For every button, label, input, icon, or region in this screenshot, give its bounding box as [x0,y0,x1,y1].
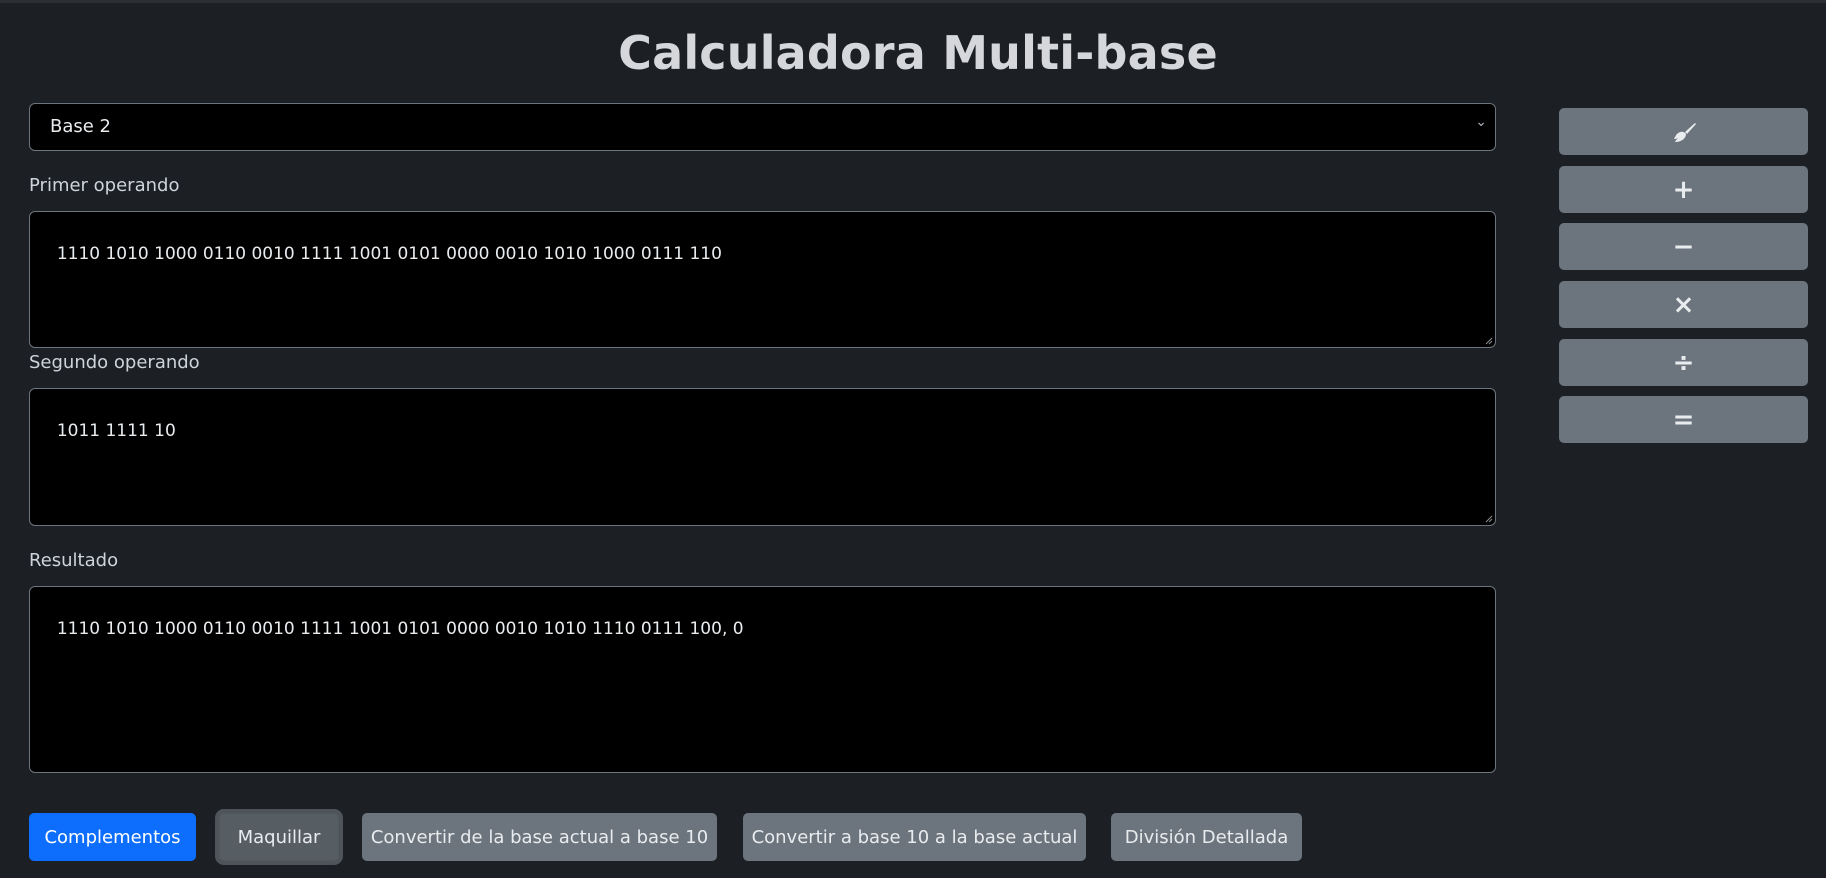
operand2-textarea[interactable]: 1011 1111 10 [29,388,1496,526]
broom-icon [1673,122,1696,142]
result-textarea[interactable]: 1110 1010 1000 0110 0010 1111 1001 0101 … [29,586,1496,773]
divide-icon: ÷ [1672,347,1695,378]
base-select-value: Base 2 [50,116,112,137]
times-icon: × [1672,289,1695,320]
base-select[interactable]: Base 2 ⌄ [29,103,1496,151]
complementos-button[interactable]: Complementos [29,813,196,861]
operand1-label: Primer operando [29,175,180,196]
maquillar-button[interactable]: Maquillar [219,813,339,861]
page-title: Calculadora Multi-base [618,26,1218,80]
divide-button[interactable]: ÷ [1559,339,1808,386]
operand2-label: Segundo operando [29,352,200,373]
operand2-value: 1011 1111 10 [56,421,176,441]
operand1-textarea[interactable]: 1110 1010 1000 0110 0010 1111 1001 0101 … [29,211,1496,348]
convert-to-base10-button[interactable]: Convertir de la base actual a base 10 [362,813,717,861]
result-value: 1110 1010 1000 0110 0010 1111 1001 0101 … [56,619,744,639]
resize-grip-icon[interactable] [1483,335,1493,345]
equals-button[interactable]: = [1559,396,1808,443]
chevron-down-icon: ⌄ [1475,114,1487,130]
multiply-button[interactable]: × [1559,281,1808,328]
clear-button[interactable] [1559,108,1808,155]
convert-from-base10-button[interactable]: Convertir a base 10 a la base actual [743,813,1086,861]
result-label: Resultado [29,550,119,571]
add-button[interactable]: + [1559,166,1808,213]
plus-icon: + [1672,174,1695,205]
operand1-value: 1110 1010 1000 0110 0010 1111 1001 0101 … [56,244,722,264]
top-border [0,0,1826,3]
equals-icon: = [1672,404,1695,435]
resize-grip-icon[interactable] [1483,513,1493,523]
division-detallada-button[interactable]: División Detallada [1111,813,1302,861]
subtract-button[interactable]: − [1559,223,1808,270]
minus-icon: − [1672,231,1695,262]
